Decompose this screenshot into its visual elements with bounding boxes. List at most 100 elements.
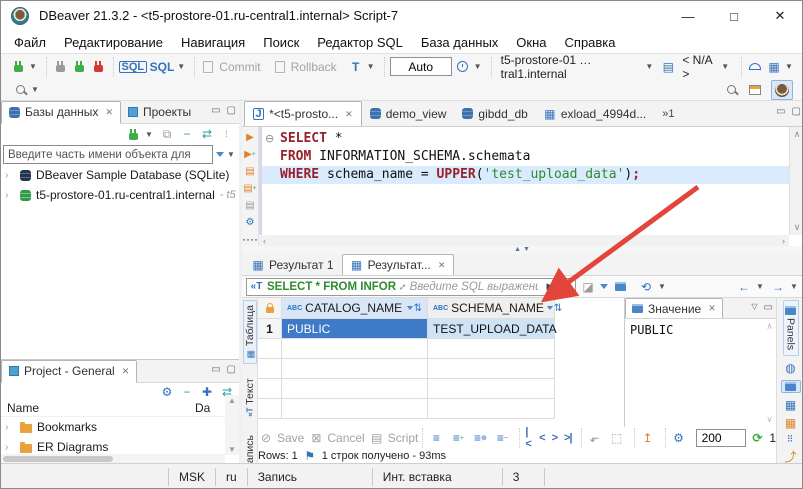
maximize-panel-icon[interactable]: ▢ [227,105,236,116]
refresh-results-icon[interactable]: ⟲ [638,279,654,295]
menu-edit[interactable]: Редактирование [55,31,172,53]
project-horizontal-scrollbar[interactable] [1,454,225,463]
value-scrollbar[interactable]: ∧∨ [763,319,776,427]
code-line[interactable]: FROM INFORMATION_SCHEMA.schemata [262,148,789,166]
transaction-dropdown-icon[interactable]: ▼ [367,62,377,71]
tab-record-presentation[interactable]: Запись [244,431,256,463]
column-header-catalog-name[interactable]: ABC CATALOG_NAME ⇅ [282,298,428,319]
open-perspective-icon[interactable] [747,82,763,98]
project-settings-gear-icon[interactable]: ⚙ [159,384,175,400]
sql-dropdown-icon[interactable]: ▼ [177,62,187,71]
tab-result-1[interactable]: ▦ Результат 1 [244,254,342,275]
sql-button-label[interactable]: SQL [150,60,175,74]
maximize-button[interactable]: □ [711,1,757,31]
commit-button[interactable]: Commit [219,60,260,74]
tab-result-2[interactable]: ▦ Результат... ✕ [342,254,455,275]
project-vertical-scrollbar[interactable]: ▲▼ [225,395,239,455]
column-header-schema-name[interactable]: ABC SCHEMA_NAME ⇅ [428,298,555,319]
execute-statement-icon[interactable]: ▶ [243,130,257,145]
commit-icon[interactable] [200,59,216,75]
filter-funnel-icon[interactable] [216,152,224,157]
editor-vertical-scrollbar[interactable]: ∧∨ [789,127,803,235]
nav-back-dropdown-icon[interactable]: ▼ [756,282,766,291]
history-clock-icon[interactable] [455,59,471,75]
expander-icon[interactable]: › [5,442,15,453]
minimize-button[interactable]: — [665,1,711,31]
tree-item-sample-database[interactable]: › DBeaver Sample Database (SQLite) [1,165,239,185]
cancel-button[interactable]: ⊠Cancel [308,430,364,446]
minimize-panel-icon[interactable]: ▭ [211,364,220,375]
tab-panels[interactable]: Panels [783,300,799,356]
filter-dropdown-icon[interactable]: ▼ [227,150,237,159]
column-filter-sort-icon[interactable]: ⇅ [407,303,422,314]
minimize-panel-icon[interactable]: ▭ [776,106,785,117]
erase-filter-icon[interactable]: ◪ [580,279,596,295]
menu-navigation[interactable]: Навигация [172,31,254,53]
explain-plan-icon[interactable]: ▤ [243,198,257,213]
nav-new-folder-icon[interactable]: ⧉ [159,126,175,142]
tab-grid-presentation[interactable]: ▦Таблица [243,300,257,364]
menu-file[interactable]: Файл [5,31,55,53]
disconnect-icon[interactable] [90,59,106,75]
last-row-icon[interactable]: >| [564,432,572,444]
menu-window[interactable]: Окна [507,31,555,53]
first-row-icon[interactable]: |< [525,426,532,450]
insert-mode-indicator[interactable]: Инт. вставка [373,468,503,486]
dbeaver-perspective-icon[interactable] [771,80,793,100]
filter-history-dropdown-icon[interactable]: ▼ [562,282,572,291]
tab-gibdd-db[interactable]: gibdd_db [454,101,535,126]
tab-demo-view[interactable]: demo_view [362,101,455,126]
grouping-panel-icon[interactable]: ⠿ [783,435,799,445]
editor-results-sash[interactable]: ▲▼ [242,246,803,254]
connection-selector[interactable]: t5-prostore-01 … tral1.internal ▼ [497,53,659,81]
timezone-indicator[interactable]: MSK [169,468,216,486]
databases-tab-close-icon[interactable]: ✕ [105,107,113,118]
fetch-size-field[interactable] [696,429,746,447]
custom-filter-icon[interactable] [600,284,608,289]
delete-row-icon[interactable]: ≡− [494,430,510,446]
refresh-dropdown-icon[interactable]: ▼ [658,282,668,291]
tab-exload[interactable]: ▦ exload_4994d... [536,101,654,126]
grid-settings-gear-icon[interactable]: ⚙ [671,430,687,446]
sql-editor-icon[interactable]: SQL [119,61,147,73]
calc-panel-icon[interactable]: ▦ [783,417,799,429]
search-dropdown-icon[interactable]: ▼ [31,85,41,94]
nav-connection-dropdown-icon[interactable]: ▼ [145,130,155,139]
expand-filter-icon[interactable]: ↕ [397,280,409,292]
rollback-icon[interactable] [272,59,288,75]
collapse-all-icon[interactable]: − [179,126,195,142]
expander-icon[interactable]: › [5,170,15,181]
grid-metadata-icon[interactable]: ▦ [783,399,799,411]
add-row-icon[interactable]: ≡+ [450,430,466,446]
tab-projects[interactable]: Проекты [121,101,198,124]
editor-settings-gear-icon[interactable]: ⚙ [243,215,257,230]
schema-selector[interactable]: < N/A > ▼ [678,53,734,81]
maximize-panel-icon[interactable]: ▢ [792,106,801,117]
panel-menu-icon[interactable]: ▽ [751,302,757,313]
code-line[interactable]: ⊖SELECT * [262,130,789,148]
language-indicator[interactable]: ru [216,468,248,486]
nav-back-icon[interactable]: ← [736,279,752,295]
close-button[interactable]: ✕ [757,1,803,31]
tab-value[interactable]: Значение ✕ [625,298,723,318]
commit-mode-field[interactable] [390,57,452,76]
script-button[interactable]: ▤Script [369,430,419,446]
expander-icon[interactable]: › [5,190,15,201]
menu-sql-editor[interactable]: Редактор SQL [308,31,412,53]
cursor-position[interactable]: 3 [503,468,545,486]
tree-item-bookmarks[interactable]: › Bookmarks [1,417,239,437]
dashboard-gauge-icon[interactable] [747,59,763,75]
minimize-panel-icon[interactable]: ▭ [764,302,773,313]
web-value-icon[interactable]: ◍ [783,362,799,374]
project-expand-icon[interactable]: ✚ [199,384,215,400]
menu-search[interactable]: Поиск [254,31,308,53]
history-dropdown-icon[interactable]: ▼ [474,62,484,71]
link-editor-icon[interactable]: ⇄ [199,126,215,142]
execute-new-tab-icon[interactable]: ▶+ [243,147,257,162]
tab-overflow-indicator[interactable]: »1 [662,108,674,120]
duplicate-row-icon[interactable]: ≡⊕ [472,430,488,446]
fetch-page-icon[interactable]: ⬐ [587,430,603,446]
view-menu-icon[interactable]: ⁞ [219,126,235,142]
previous-row-icon[interactable]: < [539,432,544,444]
edit-cell-icon[interactable]: ≡ [428,430,444,446]
